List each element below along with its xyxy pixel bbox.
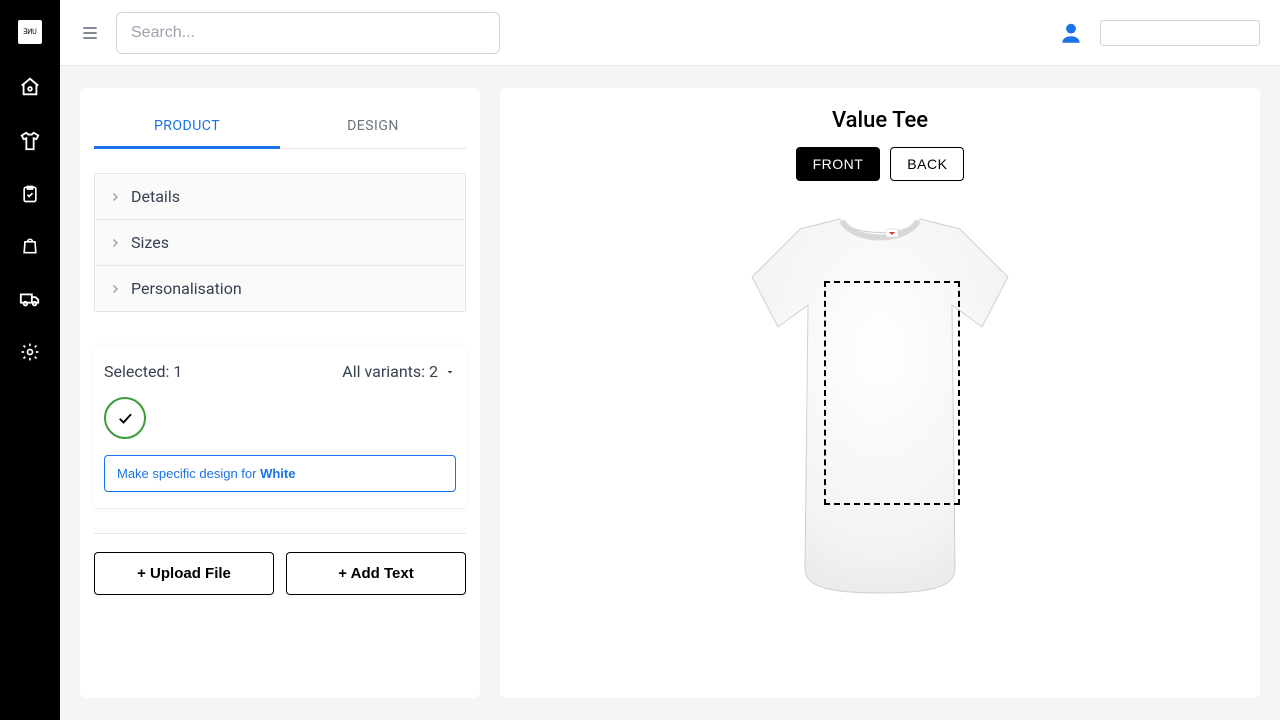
product-panel: PRODUCT DESIGN Details Sizes <box>80 88 480 698</box>
header-secondary-input[interactable] <box>1100 20 1260 46</box>
make-specific-design-button[interactable]: Make specific design for White <box>104 455 456 492</box>
tab-design[interactable]: DESIGN <box>280 104 466 148</box>
variant-card: Selected: 1 All variants: 2 Make specifi… <box>94 346 466 509</box>
chevron-right-icon <box>109 283 121 295</box>
clipboard-icon[interactable] <box>20 184 40 204</box>
chevron-right-icon <box>109 237 121 249</box>
view-back-button[interactable]: BACK <box>890 147 964 181</box>
specific-prefix: Make specific design for <box>117 466 260 481</box>
gear-icon[interactable] <box>20 342 40 362</box>
product-accordion: Details Sizes Personalisation <box>94 173 466 312</box>
home-icon[interactable] <box>19 76 41 98</box>
truck-icon[interactable] <box>19 288 41 310</box>
chevron-right-icon <box>109 191 121 203</box>
variants-dropdown[interactable]: All variants: 2 <box>342 362 456 381</box>
shirt-icon[interactable] <box>19 130 41 152</box>
add-text-button[interactable]: + Add Text <box>286 552 466 595</box>
tab-product[interactable]: PRODUCT <box>94 104 280 149</box>
panel-tabs: PRODUCT DESIGN <box>94 104 466 149</box>
specific-color: White <box>260 466 295 481</box>
accordion-sizes[interactable]: Sizes <box>95 220 465 266</box>
variants-dropdown-label: All variants: 2 <box>342 362 438 381</box>
color-swatch-white[interactable] <box>104 397 146 439</box>
user-icon[interactable] <box>1058 20 1084 46</box>
search-input[interactable] <box>116 12 500 54</box>
header <box>60 0 1280 66</box>
sidebar: UNE <box>0 0 60 720</box>
check-icon <box>116 409 134 427</box>
accordion-label: Details <box>131 187 180 206</box>
caret-down-icon <box>444 366 456 378</box>
brand-logo: UNE <box>18 20 42 44</box>
accordion-personalisation[interactable]: Personalisation <box>95 266 465 311</box>
preview-panel: Value Tee FRONT BACK <box>500 88 1260 698</box>
divider <box>94 533 466 534</box>
accordion-label: Sizes <box>131 233 169 252</box>
upload-file-button[interactable]: + Upload File <box>94 552 274 595</box>
accordion-details[interactable]: Details <box>95 174 465 220</box>
menu-icon[interactable] <box>80 23 100 43</box>
accordion-label: Personalisation <box>131 279 242 298</box>
print-area[interactable] <box>824 281 960 505</box>
product-title: Value Tee <box>832 108 928 133</box>
view-front-button[interactable]: FRONT <box>796 147 881 181</box>
bag-icon[interactable] <box>20 236 40 256</box>
selected-count: Selected: 1 <box>104 362 182 381</box>
product-preview[interactable] <box>730 209 1030 609</box>
